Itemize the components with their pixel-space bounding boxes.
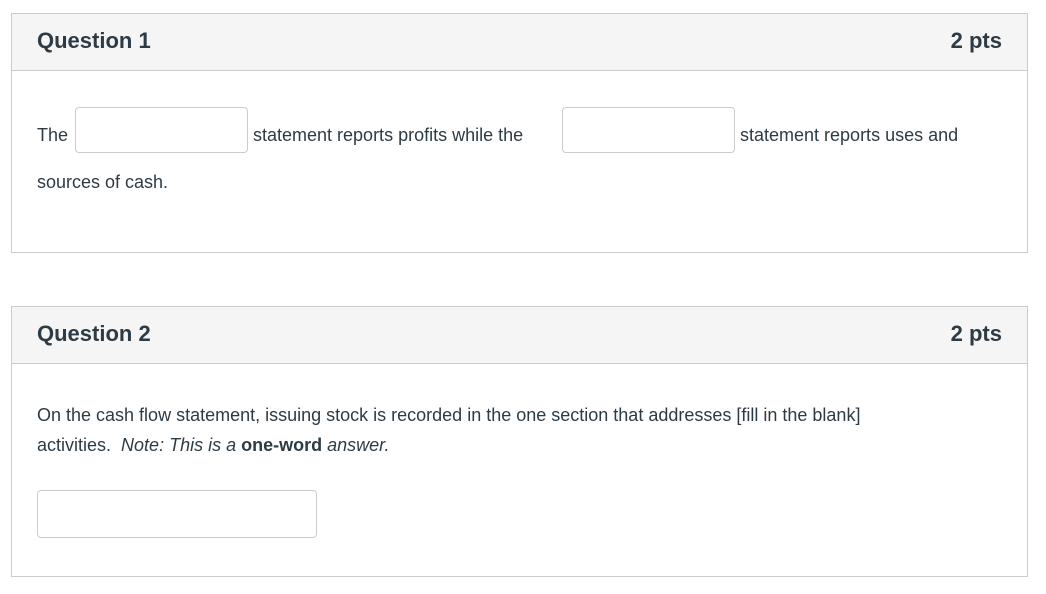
question-2-prompt-line-1: On the cash flow statement, issuing stoc… <box>37 405 861 425</box>
question-2-note: Note: This is a one-word answer. <box>121 435 389 455</box>
question-2-card: Question 2 2 pts On the cash flow statem… <box>11 306 1028 577</box>
question-2-answer-input[interactable] <box>37 490 317 538</box>
question-1-text-line-2: sources of cash. <box>37 172 169 192</box>
question-1-blank-2-input[interactable] <box>562 107 735 153</box>
question-1-points: 2 pts <box>950 28 1002 53</box>
question-1-text-start: The <box>37 125 69 145</box>
question-1-card: Question 1 2 pts The statement reports p… <box>11 13 1028 253</box>
question-2-prompt-line-2: activities. Note: This is a one-word ans… <box>37 434 389 456</box>
question-2-title: Question 2 <box>37 321 151 346</box>
question-2-note-bold: one-word <box>241 435 323 455</box>
question-2-points: 2 pts <box>950 321 1002 346</box>
question-1-title: Question 1 <box>37 28 151 53</box>
question-1-blank-1-input[interactable] <box>75 107 248 153</box>
question-2-prompt-activities: activities. <box>37 435 112 455</box>
question-1-text-end: statement reports uses and <box>740 125 959 145</box>
question-2-note-prefix: Note: This is a <box>121 435 242 455</box>
question-1-header: Question 1 2 pts <box>12 14 1027 71</box>
question-1-text-middle: statement reports profits while the <box>253 125 524 145</box>
question-2-note-suffix: answer. <box>322 435 390 455</box>
question-2-header: Question 2 2 pts <box>12 307 1027 364</box>
